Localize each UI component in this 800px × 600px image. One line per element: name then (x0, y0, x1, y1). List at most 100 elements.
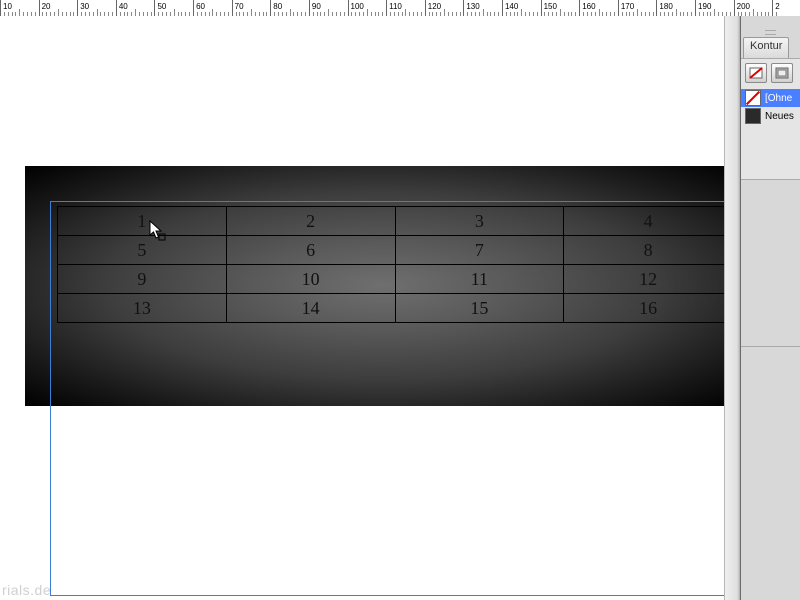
data-table[interactable]: 12345678910111213141516 (57, 206, 733, 323)
swatch-label: Neues (765, 111, 794, 122)
ruler-tick (599, 9, 600, 16)
table-cell[interactable]: 8 (564, 236, 733, 265)
ruler-label: 180 (659, 2, 672, 11)
table-cell[interactable]: 6 (226, 236, 395, 265)
ruler-tick (714, 9, 715, 16)
panel-body: [Ohne Neues (741, 58, 800, 180)
ruler-label: 150 (544, 2, 557, 11)
table-cell[interactable]: 12 (564, 265, 733, 294)
ruler-mark: 90 (309, 0, 310, 16)
ruler-mark: 170 (618, 0, 619, 16)
table-cell[interactable]: 1 (58, 207, 227, 236)
ruler-label: 210 (775, 2, 780, 11)
ruler-label: 50 (157, 2, 166, 11)
table-row[interactable]: 13141516 (58, 294, 733, 323)
table-cell[interactable]: 16 (564, 294, 733, 323)
table-cell[interactable]: 11 (395, 265, 564, 294)
table-row[interactable]: 9101112 (58, 265, 733, 294)
table-cell[interactable]: 13 (58, 294, 227, 323)
ruler-label: 30 (80, 2, 89, 11)
ruler-tick (560, 9, 561, 16)
table-cell[interactable]: 15 (395, 294, 564, 323)
ruler-tick (367, 9, 368, 16)
ruler-label: 170 (621, 2, 634, 11)
ruler-mark: 140 (502, 0, 503, 16)
panel-divider (741, 346, 800, 347)
ruler-label: 130 (466, 2, 479, 11)
ruler-mark: 70 (232, 0, 233, 16)
ruler-tick (637, 9, 638, 16)
table-row[interactable]: 5678 (58, 236, 733, 265)
ruler-mark: 130 (463, 0, 464, 16)
table-cell[interactable]: 5 (58, 236, 227, 265)
table-cell[interactable]: 2 (226, 207, 395, 236)
ruler-label: 10 (3, 2, 12, 11)
ruler-label: 90 (312, 2, 321, 11)
ruler-tick (212, 9, 213, 16)
ruler-mark: 180 (656, 0, 657, 16)
document-canvas[interactable]: 12345678910111213141516 (0, 16, 740, 600)
ruler-tick (290, 9, 291, 16)
page: 12345678910111213141516 (25, 36, 740, 596)
ruler-label: 140 (505, 2, 518, 11)
ruler-tick (97, 9, 98, 16)
watermark: rials.de (2, 582, 51, 598)
ruler-label: 40 (119, 2, 128, 11)
ruler-mark: 80 (270, 0, 271, 16)
ruler-tick (19, 9, 20, 16)
panel-dock: Kontur [Ohne Neues (740, 16, 800, 600)
ruler-mark: 200 (734, 0, 735, 16)
ruler-tick (135, 9, 136, 16)
ruler-mark: 150 (541, 0, 542, 16)
ruler-mark: 210 (772, 0, 773, 16)
tab-kontur[interactable]: Kontur (743, 37, 789, 60)
table-cell[interactable]: 4 (564, 207, 733, 236)
ruler-mark: 30 (77, 0, 78, 16)
ruler-mark: 100 (348, 0, 349, 16)
table-cell[interactable]: 14 (226, 294, 395, 323)
panel-gripper[interactable] (743, 30, 798, 34)
app-root: 1020304050607080901001101201301401501601… (0, 0, 800, 600)
ruler-tick (328, 9, 329, 16)
swatch-list-item[interactable]: Neues (741, 107, 800, 125)
ruler-tick (676, 9, 677, 16)
ruler-label: 70 (235, 2, 244, 11)
ruler-mark: 20 (39, 0, 40, 16)
ruler-tick (444, 9, 445, 16)
table-row[interactable]: 1234 (58, 207, 733, 236)
ruler-mark: 160 (579, 0, 580, 16)
ruler-label: 60 (196, 2, 205, 11)
ruler-label: 80 (273, 2, 282, 11)
ruler-label: 190 (698, 2, 711, 11)
table-cell[interactable]: 9 (58, 265, 227, 294)
table-cell[interactable]: 3 (395, 207, 564, 236)
ruler-tick (521, 9, 522, 16)
table-cell[interactable]: 7 (395, 236, 564, 265)
ruler-mark: 50 (154, 0, 155, 16)
swatch-list-item[interactable]: [Ohne (741, 89, 800, 107)
ruler-label: 120 (428, 2, 441, 11)
no-fill-icon[interactable] (745, 63, 767, 83)
ruler-label: 100 (351, 2, 364, 11)
ruler-mark: 190 (695, 0, 696, 16)
ruler-tick (405, 9, 406, 16)
swatch-icon (745, 108, 761, 124)
swatch-icon (745, 90, 761, 106)
ruler-mark: 10 (0, 0, 1, 16)
ruler-mark: 110 (386, 0, 387, 16)
ruler-tick (58, 9, 59, 16)
table-cell[interactable]: 10 (226, 265, 395, 294)
ruler-tick (753, 9, 754, 16)
ruler-tick (251, 9, 252, 16)
ruler-tick (174, 9, 175, 16)
ruler-mark: 60 (193, 0, 194, 16)
ruler-mark: 120 (425, 0, 426, 16)
ruler-horizontal[interactable]: 10 20 30 40 50 60 70 80 90 100 110 120 130 140 150 160 1… (0, 0, 780, 17)
swatch-label: [Ohne (765, 93, 792, 104)
ruler-label: 200 (737, 2, 750, 11)
ruler-label: 110 (389, 2, 402, 11)
ruler-tick (483, 9, 484, 16)
new-swatch-icon[interactable] (771, 63, 793, 83)
ruler-label: 20 (42, 2, 51, 11)
ruler-mark: 40 (116, 0, 117, 16)
